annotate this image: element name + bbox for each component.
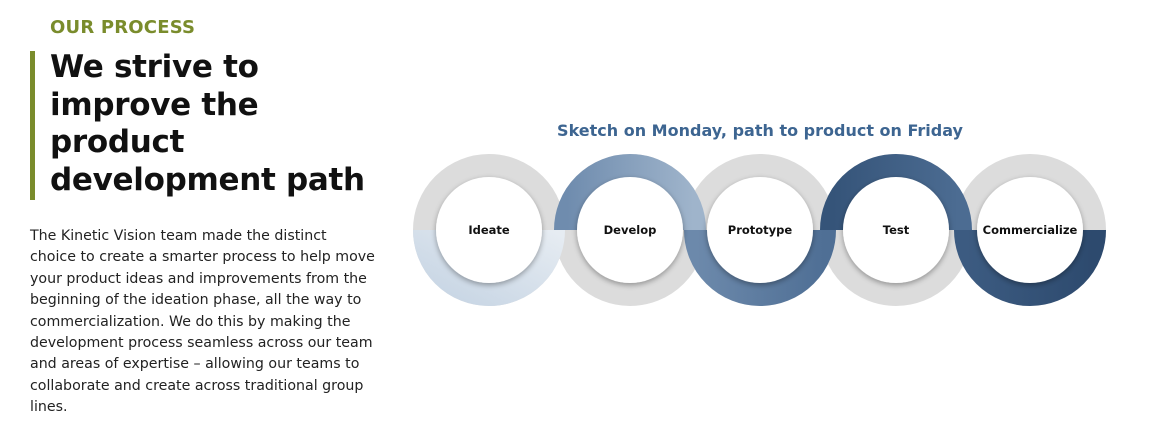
stage-label-commercialize: Commercialize — [983, 223, 1078, 237]
section-headline: We strive to improve the product develop… — [50, 49, 365, 198]
stage-label-ideate: Ideate — [468, 223, 510, 237]
stage-develop: Develop — [577, 177, 683, 283]
section-body-text: The Kinetic Vision team made the distinc… — [30, 228, 375, 416]
stage-commercialize: Commercialize — [977, 177, 1083, 283]
stage-label-develop: Develop — [604, 223, 657, 237]
process-diagram: Sketch on Monday, path to product on Fri… — [408, 108, 1113, 318]
stage-prototype: Prototype — [707, 177, 813, 283]
headline-accent-bar — [30, 51, 35, 200]
process-diagram-graphic: Sketch on Monday, path to product on Fri… — [413, 121, 1106, 306]
stage-test: Test — [843, 177, 949, 283]
stage-label-test: Test — [883, 223, 910, 237]
stage-label-prototype: Prototype — [728, 223, 793, 237]
stage-ideate: Ideate — [436, 177, 542, 283]
section-eyebrow: OUR PROCESS — [50, 17, 196, 38]
diagram-title: Sketch on Monday, path to product on Fri… — [557, 121, 963, 140]
